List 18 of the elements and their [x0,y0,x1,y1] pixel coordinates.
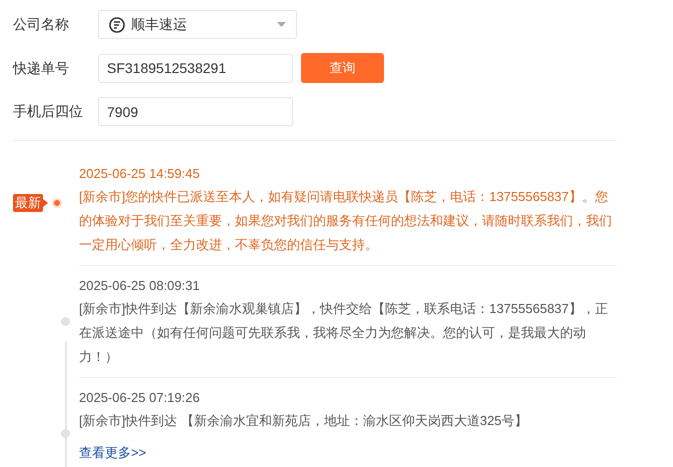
latest-badge: 最新 [13,194,43,212]
select-value: 顺丰速运 [131,15,188,34]
pointer-icon [43,199,48,207]
event-time: 2025-06-25 14:59:45 [79,165,201,183]
event-time: 2025-06-25 07:19:26 [79,389,201,407]
event-time: 2025-06-25 08:09:31 [79,277,201,295]
field-label: 快递单号 [13,58,70,78]
view-more-link[interactable]: 查看更多>> [79,445,146,460]
field-label: 手机后四位 [13,102,84,121]
company-select[interactable]: 顺丰速运 [98,10,297,39]
text-field[interactable]: 7909 [98,97,293,126]
event-text: [新余市]快件到达 【新余渝水宜和新苑店，地址：渝水区仰天岗西大道325号】 [79,412,529,430]
text-field[interactable]: SF3189512538291 [98,54,293,82]
event-text: [新余市]您的快件已派送至本人，如有疑问请电联快递员【陈芝，电话：13755565837】。您的体验对于我们至关重要，如果您对我们的服务有任何的想法和建议，请随时联系我们，我们一定用心倾听，全力改进，不辜负您的信任与支持。 [79,188,613,254]
caret-icon [277,22,286,27]
logo-icon [109,16,125,32]
field-label: 公司名称 [13,15,70,34]
event-text: [新余市]快件到达【新余渝水观巢镇店】，快件交给【陈芝，联系电话：13755565837】，正在派送途中（如有任何问题可先联系我，我将尽全力为您解决。您的认可，是我最大的动力！） [79,300,609,366]
